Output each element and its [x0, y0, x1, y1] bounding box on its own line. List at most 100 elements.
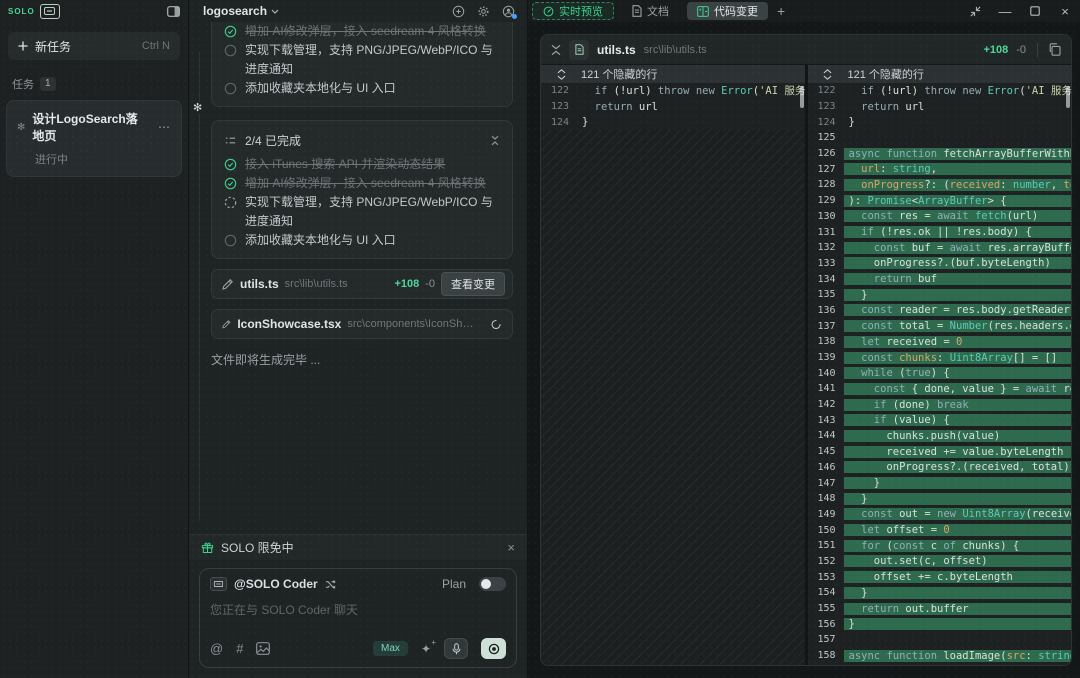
- conversation-scroll[interactable]: ✻ 增加 AI修改弹层，接入 seedream 4 风格转换 实现下载管理，支持…: [189, 22, 527, 534]
- collapse-window-icon[interactable]: [960, 0, 990, 22]
- voice-input-button[interactable]: [444, 638, 468, 659]
- view-changes-button[interactable]: 查看变更: [441, 272, 505, 296]
- line-number: 155: [808, 603, 844, 614]
- line-number: 152: [808, 556, 844, 567]
- hidden-lines-label: 121 个隐藏的行: [848, 66, 924, 82]
- line-number: 156: [808, 619, 844, 630]
- new-tab-icon[interactable]: +: [777, 3, 785, 19]
- hidden-lines-bar: 121 个隐藏的行: [808, 65, 1072, 83]
- file-path: src\lib\utils.ts: [285, 278, 348, 290]
- record-dot-icon: [488, 643, 500, 655]
- loading-circle-icon: [224, 196, 237, 209]
- code-line: 130 const res = await fetch(url): [808, 209, 1072, 225]
- circle-icon: [224, 44, 237, 57]
- chat-toolbar: @ # Max ✦+: [210, 638, 506, 659]
- diff-split-view: 121 个隐藏的行 122 if (!url) throw new Error(…: [541, 65, 1071, 665]
- line-number: 125: [808, 132, 844, 143]
- promo-text: SOLO 限免中: [221, 539, 294, 556]
- context-hash-icon[interactable]: #: [236, 641, 243, 656]
- diff-view-container: utils.ts src\lib\utils.ts +108 -0: [528, 22, 1080, 678]
- removed-count: -0: [425, 278, 435, 290]
- code-line: 148 }: [808, 491, 1072, 507]
- task-list-item[interactable]: ✻ 设计LogoSearch落地页 ⋯ 进行中: [6, 100, 182, 177]
- line-number: 143: [808, 415, 844, 426]
- line-number: 122: [808, 85, 844, 96]
- expand-hidden-lines-icon[interactable]: [808, 69, 848, 80]
- expand-hidden-lines-icon[interactable]: [541, 69, 581, 80]
- line-number: 128: [808, 179, 844, 190]
- generation-status-text: 文件即将生成完毕 ...: [211, 351, 513, 368]
- maximize-button[interactable]: [1020, 0, 1050, 22]
- file-type-icon: [569, 40, 589, 60]
- file-change-item[interactable]: IconShowcase.tsx src\components\IconShow…: [211, 309, 513, 339]
- close-button[interactable]: ×: [1050, 0, 1080, 22]
- code-line: 155 return out.buffer: [808, 601, 1072, 617]
- line-number: 127: [808, 164, 844, 175]
- avatar-status-dot: [512, 14, 517, 19]
- tab-docs[interactable]: 文档: [616, 2, 685, 20]
- copy-icon[interactable]: [1049, 43, 1061, 56]
- file-name: IconShowcase.tsx: [237, 317, 341, 331]
- project-switcher[interactable]: logosearch: [203, 4, 279, 18]
- plan-toggle[interactable]: [479, 577, 506, 591]
- send-button[interactable]: [481, 638, 506, 659]
- checklist-item: 添加收藏夹本地化与 UI 入口: [224, 79, 500, 98]
- file-name: utils.ts: [240, 277, 279, 291]
- code-line: 123 return url: [541, 99, 805, 115]
- hidden-lines-bar: 121 个隐藏的行: [541, 65, 805, 83]
- tab-code-changes[interactable]: 代码变更: [687, 2, 768, 20]
- code-text: let received = 0: [844, 336, 1072, 348]
- account-avatar[interactable]: [502, 5, 515, 18]
- checklist-item: 实现下载管理，支持 PNG/JPEG/WebP/ICO 与进度通知: [224, 193, 500, 231]
- solo-logo: SOLO: [8, 4, 60, 19]
- code-text: const reader = res.body.getReader(): [844, 304, 1072, 316]
- code-line: 134 return buf: [808, 271, 1072, 287]
- code-line: 152 out.set(c, offset): [808, 554, 1072, 570]
- code-text: async function fetchArrayBufferWithProgr…: [844, 148, 1072, 160]
- code-line: 127 url: string,: [808, 161, 1072, 177]
- fold-icon[interactable]: [551, 44, 561, 56]
- chat-input[interactable]: 您正在与 SOLO Coder 聊天: [210, 601, 506, 638]
- new-task-label: 新任务: [35, 38, 71, 55]
- code-line: 123 return url: [808, 99, 1072, 115]
- code-text: async function loadImage(src: string): P…: [844, 650, 1072, 662]
- code-line: 139 const chunks: Uint8Array[] = []: [808, 350, 1072, 366]
- toggle-sidebar-icon[interactable]: [167, 6, 180, 17]
- task-menu-icon[interactable]: ⋯: [158, 120, 171, 134]
- line-number: 124: [541, 117, 577, 128]
- diff-added-count: +108: [983, 44, 1008, 56]
- line-number: 138: [808, 336, 844, 347]
- solo-logo-icon: [40, 4, 60, 19]
- mention-icon[interactable]: @: [210, 641, 223, 656]
- attach-image-icon[interactable]: [256, 642, 270, 655]
- line-number: 134: [808, 274, 844, 285]
- chat-header: @SOLO Coder Plan: [210, 577, 506, 591]
- line-number: 149: [808, 509, 844, 520]
- line-number: 144: [808, 430, 844, 441]
- new-code-lines: 122 if (!url) throw new Error('AI 服务未返回1…: [808, 83, 1072, 663]
- tab-live-preview[interactable]: 实时预览: [532, 2, 614, 20]
- tasks-count-badge: 1: [40, 77, 56, 91]
- checklist-item: 增加 AI修改弹层，接入 seedream 4 风格转换: [224, 22, 500, 41]
- new-task-button[interactable]: 新任务 Ctrl N: [8, 32, 180, 60]
- file-change-item[interactable]: utils.ts src\lib\utils.ts +108 -0 查看变更: [211, 269, 513, 299]
- collapse-icon[interactable]: [490, 135, 500, 146]
- diff-file-path: src\lib\utils.ts: [644, 44, 707, 56]
- agent-name[interactable]: @SOLO Coder: [234, 577, 318, 591]
- switch-agent-icon[interactable]: [325, 579, 336, 590]
- max-mode-badge[interactable]: Max: [373, 641, 408, 656]
- agent-panel-header: logosearch: [189, 0, 527, 22]
- settings-gear-icon[interactable]: [477, 5, 490, 18]
- code-line: 144 chunks.push(value): [808, 428, 1072, 444]
- code-line: 129): Promise<ArrayBuffer> {: [808, 193, 1072, 209]
- minimize-button[interactable]: —: [990, 0, 1020, 22]
- chevron-down-icon: [271, 9, 279, 14]
- diff-file-name: utils.ts: [597, 43, 636, 57]
- promo-close-icon[interactable]: ×: [507, 540, 515, 555]
- code-text: received += value.byteLength: [844, 446, 1072, 458]
- line-number: 136: [808, 305, 844, 316]
- new-chat-icon[interactable]: [452, 5, 465, 18]
- enhance-prompt-icon[interactable]: ✦+: [421, 642, 431, 656]
- code-line: 154 }: [808, 585, 1072, 601]
- code-line: 132 const buf = await res.arrayBuffer(): [808, 240, 1072, 256]
